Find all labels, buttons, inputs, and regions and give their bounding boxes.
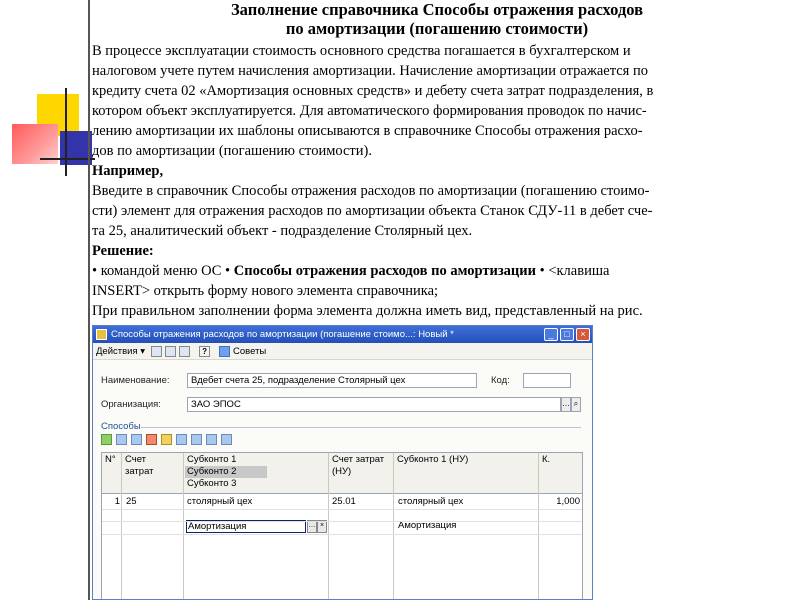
- post-icon[interactable]: [165, 345, 177, 357]
- intro-line: В процессе эксплуатации стоимость основн…: [92, 43, 631, 59]
- solution-menu-path: Способы отражения расходов по амортизаци…: [233, 263, 536, 279]
- example-heading: Например,: [92, 163, 164, 179]
- example-line: та 25, аналитический объект - подразделе…: [92, 223, 473, 239]
- intro-line: налоговом учете путем начисления амортиз…: [92, 63, 648, 79]
- refresh-icon[interactable]: [179, 345, 191, 357]
- move-up-icon[interactable]: [176, 434, 187, 445]
- organization-field[interactable]: ЗАО ЭПОС: [187, 397, 561, 412]
- code-label: Код:: [491, 375, 510, 386]
- sort-desc-icon[interactable]: [221, 434, 232, 445]
- cell-subconto-1-nu[interactable]: столярный цех: [398, 496, 463, 508]
- cell-subconto-1[interactable]: столярный цех: [187, 496, 252, 508]
- header-account[interactable]: Счет затрат: [123, 454, 154, 478]
- name-row: Наименование: Вдебет счета 25, подраздел…: [101, 373, 571, 388]
- delete-row-icon[interactable]: [146, 434, 157, 445]
- cell-k[interactable]: 1,000: [542, 496, 580, 508]
- code-field[interactable]: [523, 373, 571, 388]
- copy-row-icon[interactable]: [116, 434, 127, 445]
- intro-line: дов по амортизации (погашению стоимости)…: [92, 143, 372, 159]
- save-icon[interactable]: [151, 345, 163, 357]
- intro-line: котором объект эксплуатируется. Для авто…: [92, 103, 647, 119]
- section-divider: [141, 427, 581, 428]
- window-title: Способы отражения расходов по амортизаци…: [111, 329, 454, 340]
- example-line: сти) элемент для отражения расходов по а…: [92, 203, 653, 219]
- edit-row-icon[interactable]: [131, 434, 142, 445]
- organization-label: Организация:: [101, 399, 161, 410]
- form-toolbar: Действия ▾ ? Советы: [93, 343, 592, 360]
- help-button[interactable]: ?: [199, 345, 213, 357]
- add-row-icon[interactable]: [101, 434, 112, 445]
- maximize-button[interactable]: □: [560, 328, 574, 341]
- row-divider: [102, 509, 582, 510]
- column-num: [102, 453, 122, 599]
- intro-line: лению амортизации их шаблоны описываются…: [92, 123, 643, 139]
- tips-icon: [219, 345, 231, 357]
- end-edit-icon[interactable]: [161, 434, 172, 445]
- window-titlebar[interactable]: Способы отражения расходов по амортизаци…: [93, 326, 592, 343]
- decorative-horizontal-line: [40, 158, 95, 160]
- cell-account[interactable]: 25: [126, 496, 137, 508]
- close-button[interactable]: ×: [576, 328, 590, 341]
- minimize-button[interactable]: _: [544, 328, 558, 341]
- solution-note: При правильном заполнении форма элемента…: [92, 303, 643, 319]
- toolbar-icons: [151, 345, 193, 357]
- tips-label: Советы: [233, 345, 267, 357]
- organization-select-button[interactable]: …: [561, 397, 571, 412]
- solution-step-1: • командой меню ОС • Способы отражения р…: [92, 261, 782, 281]
- margin-line: [88, 0, 90, 600]
- example-line: Введите в справочник Способы отражения р…: [92, 183, 650, 199]
- table-toolbar: [101, 434, 236, 445]
- document-title: Заполнение справочника Способы отражения…: [92, 0, 782, 38]
- cell-num: 1: [114, 496, 120, 507]
- solution-heading: Решение:: [92, 243, 154, 259]
- header-subconto-1[interactable]: Субконто 1: [185, 454, 236, 466]
- organization-open-button[interactable]: ⌕: [571, 397, 581, 412]
- document-body: Заполнение справочника Способы отражения…: [92, 0, 782, 321]
- title-line-1: Заполнение справочника Способы отражения…: [230, 0, 644, 19]
- intro-paragraph: В процессе эксплуатации стоимость основн…: [92, 41, 782, 161]
- organization-row: Организация: ЗАО ЭПОС … ⌕: [101, 397, 581, 412]
- solution-prefix: • командой меню ОС •: [92, 263, 234, 279]
- header-subconto-nu[interactable]: Субконто 1 (НУ): [395, 454, 468, 466]
- actions-menu[interactable]: Действия ▾: [96, 346, 145, 357]
- move-down-icon[interactable]: [191, 434, 202, 445]
- methods-section-title: Способы: [101, 421, 141, 432]
- header-k[interactable]: К.: [540, 454, 550, 466]
- methods-table: N° Счет затрат Субконто 1 Субконто 2 Суб…: [101, 452, 583, 599]
- header-subconto-3[interactable]: Субконто 3: [185, 478, 236, 490]
- catalog-form-window: Способы отражения расходов по амортизаци…: [92, 325, 593, 600]
- title-line-2: по амортизации (погашению стоимости): [285, 19, 589, 38]
- example-paragraph: Введите в справочник Способы отражения р…: [92, 181, 782, 241]
- solution-suffix: • <клавиша: [536, 263, 610, 279]
- name-label: Наименование:: [101, 375, 170, 386]
- name-field[interactable]: Вдебет счета 25, подразделение Столярный…: [187, 373, 477, 388]
- tips-button[interactable]: Советы: [219, 345, 267, 357]
- intro-line: кредиту счета 02 «Амортизация основных с…: [92, 83, 654, 99]
- header-num[interactable]: N°: [103, 454, 116, 466]
- header-account-nu[interactable]: Счет затрат (НУ): [330, 454, 384, 478]
- row-divider: [102, 534, 582, 535]
- app-icon: [96, 329, 107, 340]
- solution-step-2: INSERT> открыть форму нового элемента сп…: [92, 283, 439, 299]
- cell-account-nu[interactable]: 25.01: [332, 496, 356, 508]
- sort-asc-icon[interactable]: [206, 434, 217, 445]
- decorative-vertical-line: [65, 88, 67, 176]
- header-subconto-2[interactable]: Субконто 2: [185, 466, 236, 478]
- help-icon: ?: [199, 345, 211, 357]
- row-divider: [102, 521, 582, 522]
